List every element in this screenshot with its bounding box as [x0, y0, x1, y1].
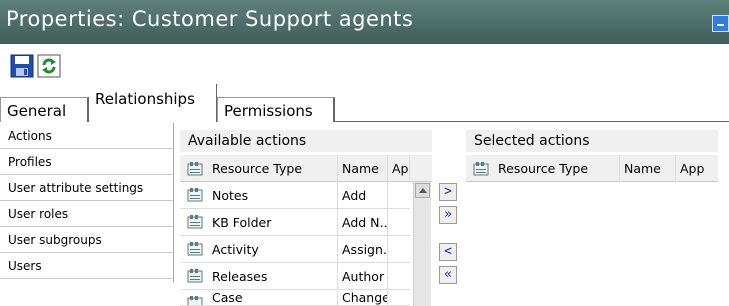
tab-permissions[interactable]: Permissions — [217, 97, 335, 122]
cell-resource-type: Notes — [208, 182, 338, 209]
cell-resource-type: Releases — [208, 263, 338, 290]
selected-actions-heading: Selected actions — [466, 130, 718, 152]
nav-item-label: User attribute settings — [8, 181, 144, 195]
selected-actions-title: Selected actions — [474, 133, 590, 149]
tab-general[interactable]: General — [0, 97, 89, 122]
table-row[interactable]: Notes Add — [180, 182, 410, 209]
available-actions-grid: Resource Type Name App Notes Add KB Fold… — [180, 155, 432, 306]
resource-icon — [187, 242, 203, 256]
column-resource-type[interactable]: Resource Type — [208, 155, 338, 182]
relationship-nav: Actions Profiles User attribute settings… — [0, 123, 174, 306]
resource-icon — [187, 215, 203, 229]
column-name[interactable]: Name — [338, 155, 388, 182]
available-actions-heading: Available actions — [180, 130, 432, 152]
window-title: Properties: Customer Support agents — [6, 7, 414, 31]
cell-name: Add — [338, 182, 388, 209]
title-bar: Properties: Customer Support agents — [0, 0, 729, 44]
resource-icon — [187, 188, 203, 202]
nav-item-user-attribute-settings[interactable]: User attribute settings — [0, 175, 174, 201]
resource-header-icon — [473, 162, 489, 176]
resource-header-icon — [187, 162, 203, 176]
add-all-actions-button[interactable]: » — [439, 206, 457, 224]
nav-item-label: User roles — [8, 207, 69, 221]
column-app[interactable]: App — [388, 155, 410, 182]
refresh-icon[interactable] — [37, 54, 61, 78]
nav-item-user-roles[interactable]: User roles — [0, 201, 174, 227]
remove-all-actions-button[interactable]: « — [439, 266, 457, 284]
column-name[interactable]: Name — [620, 155, 676, 182]
nav-item-users[interactable]: Users — [0, 253, 174, 279]
available-scrollbar[interactable] — [413, 182, 431, 306]
tab-permissions-label: Permissions — [224, 102, 313, 120]
cell-name: Author — [338, 263, 388, 290]
nav-item-label: User subgroups — [8, 233, 102, 247]
scroll-up-arrow-icon[interactable] — [415, 183, 430, 198]
selected-grid-header: Resource Type Name App — [466, 155, 718, 182]
table-row[interactable]: Case Change — [180, 290, 410, 306]
nav-divider — [173, 123, 174, 283]
tab-relationships-label: Relationships — [95, 90, 195, 108]
nav-item-label: Users — [8, 259, 42, 273]
cell-name: Add N… — [338, 209, 388, 236]
nav-item-profiles[interactable]: Profiles — [0, 149, 174, 175]
minimize-button[interactable] — [712, 15, 729, 32]
remove-action-button[interactable]: < — [439, 243, 457, 261]
column-app[interactable]: App — [676, 155, 718, 182]
nav-item-label: Profiles — [8, 155, 52, 169]
cell-resource-type: Activity — [208, 236, 338, 263]
table-row[interactable]: Activity Assign… — [180, 236, 410, 263]
add-action-button[interactable]: > — [439, 183, 457, 201]
resource-icon — [187, 269, 203, 283]
column-resource-type[interactable]: Resource Type — [494, 155, 620, 182]
available-actions-title: Available actions — [188, 133, 307, 149]
cell-resource-type: KB Folder — [208, 209, 338, 236]
tab-general-label: General — [7, 102, 67, 120]
cell-name: Change — [338, 290, 388, 305]
nav-item-label: Actions — [8, 129, 52, 143]
tab-relationships[interactable]: Relationships — [89, 84, 217, 123]
nav-item-actions[interactable]: Actions — [0, 123, 174, 149]
table-row[interactable]: Releases Author — [180, 263, 410, 290]
selected-actions-grid: Resource Type Name App — [466, 155, 718, 306]
nav-item-user-subgroups[interactable]: User subgroups — [0, 227, 174, 253]
tab-strip: General Relationships Permissions — [0, 82, 729, 123]
cell-name: Assign… — [338, 236, 388, 263]
resource-icon — [187, 296, 203, 305]
table-row[interactable]: KB Folder Add N… — [180, 209, 410, 236]
cell-resource-type: Case — [208, 290, 338, 305]
available-grid-header: Resource Type Name App — [180, 155, 432, 182]
toolbar — [0, 44, 729, 82]
save-icon[interactable] — [10, 54, 34, 78]
